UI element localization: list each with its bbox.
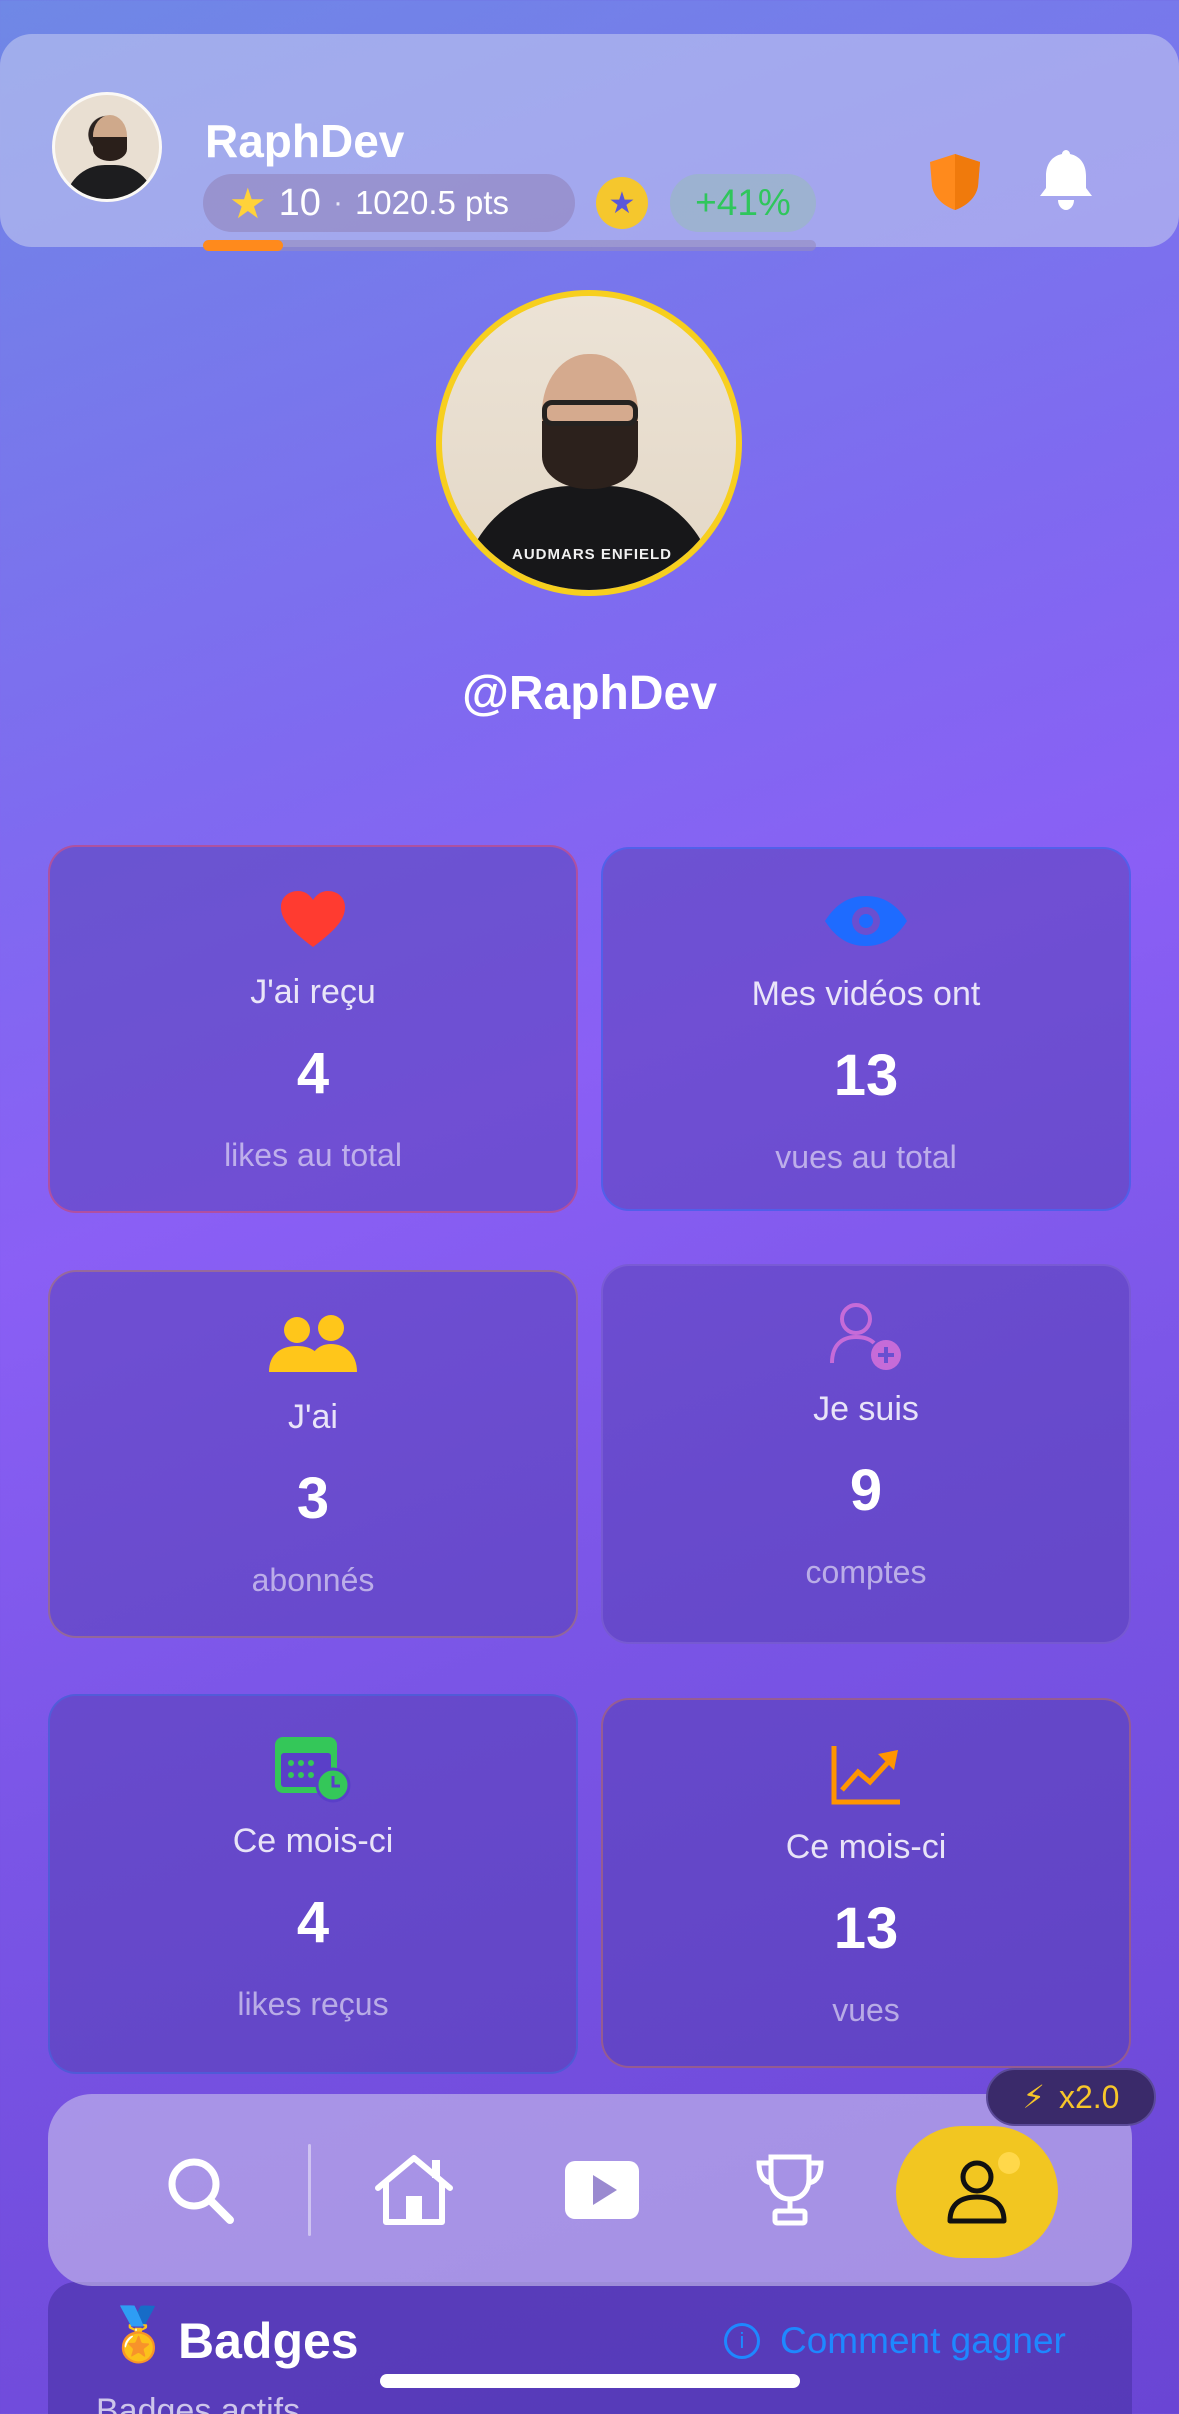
boost-badge: ⚡ x2.0 xyxy=(986,2068,1156,2126)
bell-icon[interactable] xyxy=(1036,146,1096,212)
trend-up-icon xyxy=(830,1742,902,1806)
calendar-clock-icon xyxy=(273,1736,353,1803)
notification-dot xyxy=(998,2152,1020,2174)
growth-badge: +41% xyxy=(670,174,816,232)
card-label: Ce mois-ci xyxy=(232,1822,394,1860)
search-icon[interactable] xyxy=(156,2146,244,2234)
stat-card-followers: J'ai 3 abonnés xyxy=(48,1270,578,1638)
card-sub: likes au total xyxy=(224,1137,402,1173)
card-value: 4 xyxy=(296,1041,330,1106)
badges-subtitle: Badges actifs xyxy=(96,2392,301,2414)
card-sub: vues au total xyxy=(775,1139,957,1175)
home-icon[interactable] xyxy=(370,2146,458,2234)
heart-icon xyxy=(279,887,347,951)
home-indicator[interactable] xyxy=(380,2374,800,2388)
card-value: 9 xyxy=(849,1458,883,1523)
card-label: Mes vidéos ont xyxy=(751,975,981,1013)
card-label: Ce mois-ci xyxy=(785,1828,947,1866)
profile-icon xyxy=(947,2160,1007,2224)
card-value: 4 xyxy=(296,1890,330,1955)
header-username: RaphDev xyxy=(205,115,405,167)
card-value: 13 xyxy=(833,1043,899,1108)
medal-icon: 🏅 xyxy=(106,2306,171,2364)
boost-multiplier: x2.0 xyxy=(1058,2078,1120,2115)
info-icon: i xyxy=(724,2323,760,2359)
coin-star-icon[interactable]: ★ xyxy=(596,177,648,229)
profile-avatar[interactable]: AUDMARS ENFIELD xyxy=(436,290,742,596)
stat-card-following: Je suis 9 comptes xyxy=(601,1264,1131,1644)
level-value: 10 xyxy=(278,181,321,224)
eye-icon xyxy=(823,889,909,953)
stat-card-monthly-views: Ce mois-ci 13 vues xyxy=(601,1698,1131,2068)
card-value: 3 xyxy=(296,1466,330,1531)
header-avatar[interactable] xyxy=(52,92,162,202)
how-to-earn-link[interactable]: i Comment gagner xyxy=(724,2320,1066,2362)
star-icon: ★ xyxy=(229,179,267,227)
lightning-icon: ⚡ xyxy=(1022,2079,1045,2115)
card-label: J'ai xyxy=(288,1398,338,1436)
level-progress-bar xyxy=(203,240,816,251)
card-sub: likes reçus xyxy=(237,1986,389,2022)
badges-title: Badges xyxy=(178,2313,359,2369)
card-sub: comptes xyxy=(805,1554,927,1590)
bottom-nav xyxy=(48,2094,1132,2286)
shield-icon[interactable] xyxy=(928,152,982,212)
shirt-print: AUDMARS ENFIELD xyxy=(512,546,672,563)
stat-card-views: Mes vidéos ont 13 vues au total xyxy=(601,847,1131,1211)
stat-card-monthly-likes: Ce mois-ci 4 likes reçus xyxy=(48,1694,578,2074)
video-icon[interactable] xyxy=(558,2146,646,2234)
users-icon xyxy=(267,1312,359,1376)
nav-divider xyxy=(308,2144,311,2236)
separator-dot: · xyxy=(332,186,343,219)
card-label: Je suis xyxy=(813,1390,919,1428)
card-value: 13 xyxy=(833,1896,899,1961)
level-pill[interactable]: ★ 10 · 1020.5 pts xyxy=(203,174,575,232)
profile-username: @RaphDev xyxy=(462,667,717,720)
level-progress-fill xyxy=(203,240,283,251)
stat-card-likes: J'ai reçu 4 likes au total xyxy=(48,845,578,1213)
badges-section: 🏅 Badges i Comment gagner Badges actifs xyxy=(48,2282,1132,2414)
trophy-icon[interactable] xyxy=(746,2146,834,2234)
profile-tab-active[interactable] xyxy=(896,2126,1058,2258)
how-to-earn-label: Comment gagner xyxy=(780,2320,1066,2361)
card-label: J'ai reçu xyxy=(250,973,376,1011)
card-sub: abonnés xyxy=(251,1562,375,1598)
points-value: 1020.5 pts xyxy=(354,184,510,221)
add-user-icon xyxy=(828,1303,904,1370)
profile-header: RaphDev ★ 10 · 1020.5 pts ★ +41% xyxy=(0,34,1179,251)
card-sub: vues xyxy=(832,1992,900,2028)
